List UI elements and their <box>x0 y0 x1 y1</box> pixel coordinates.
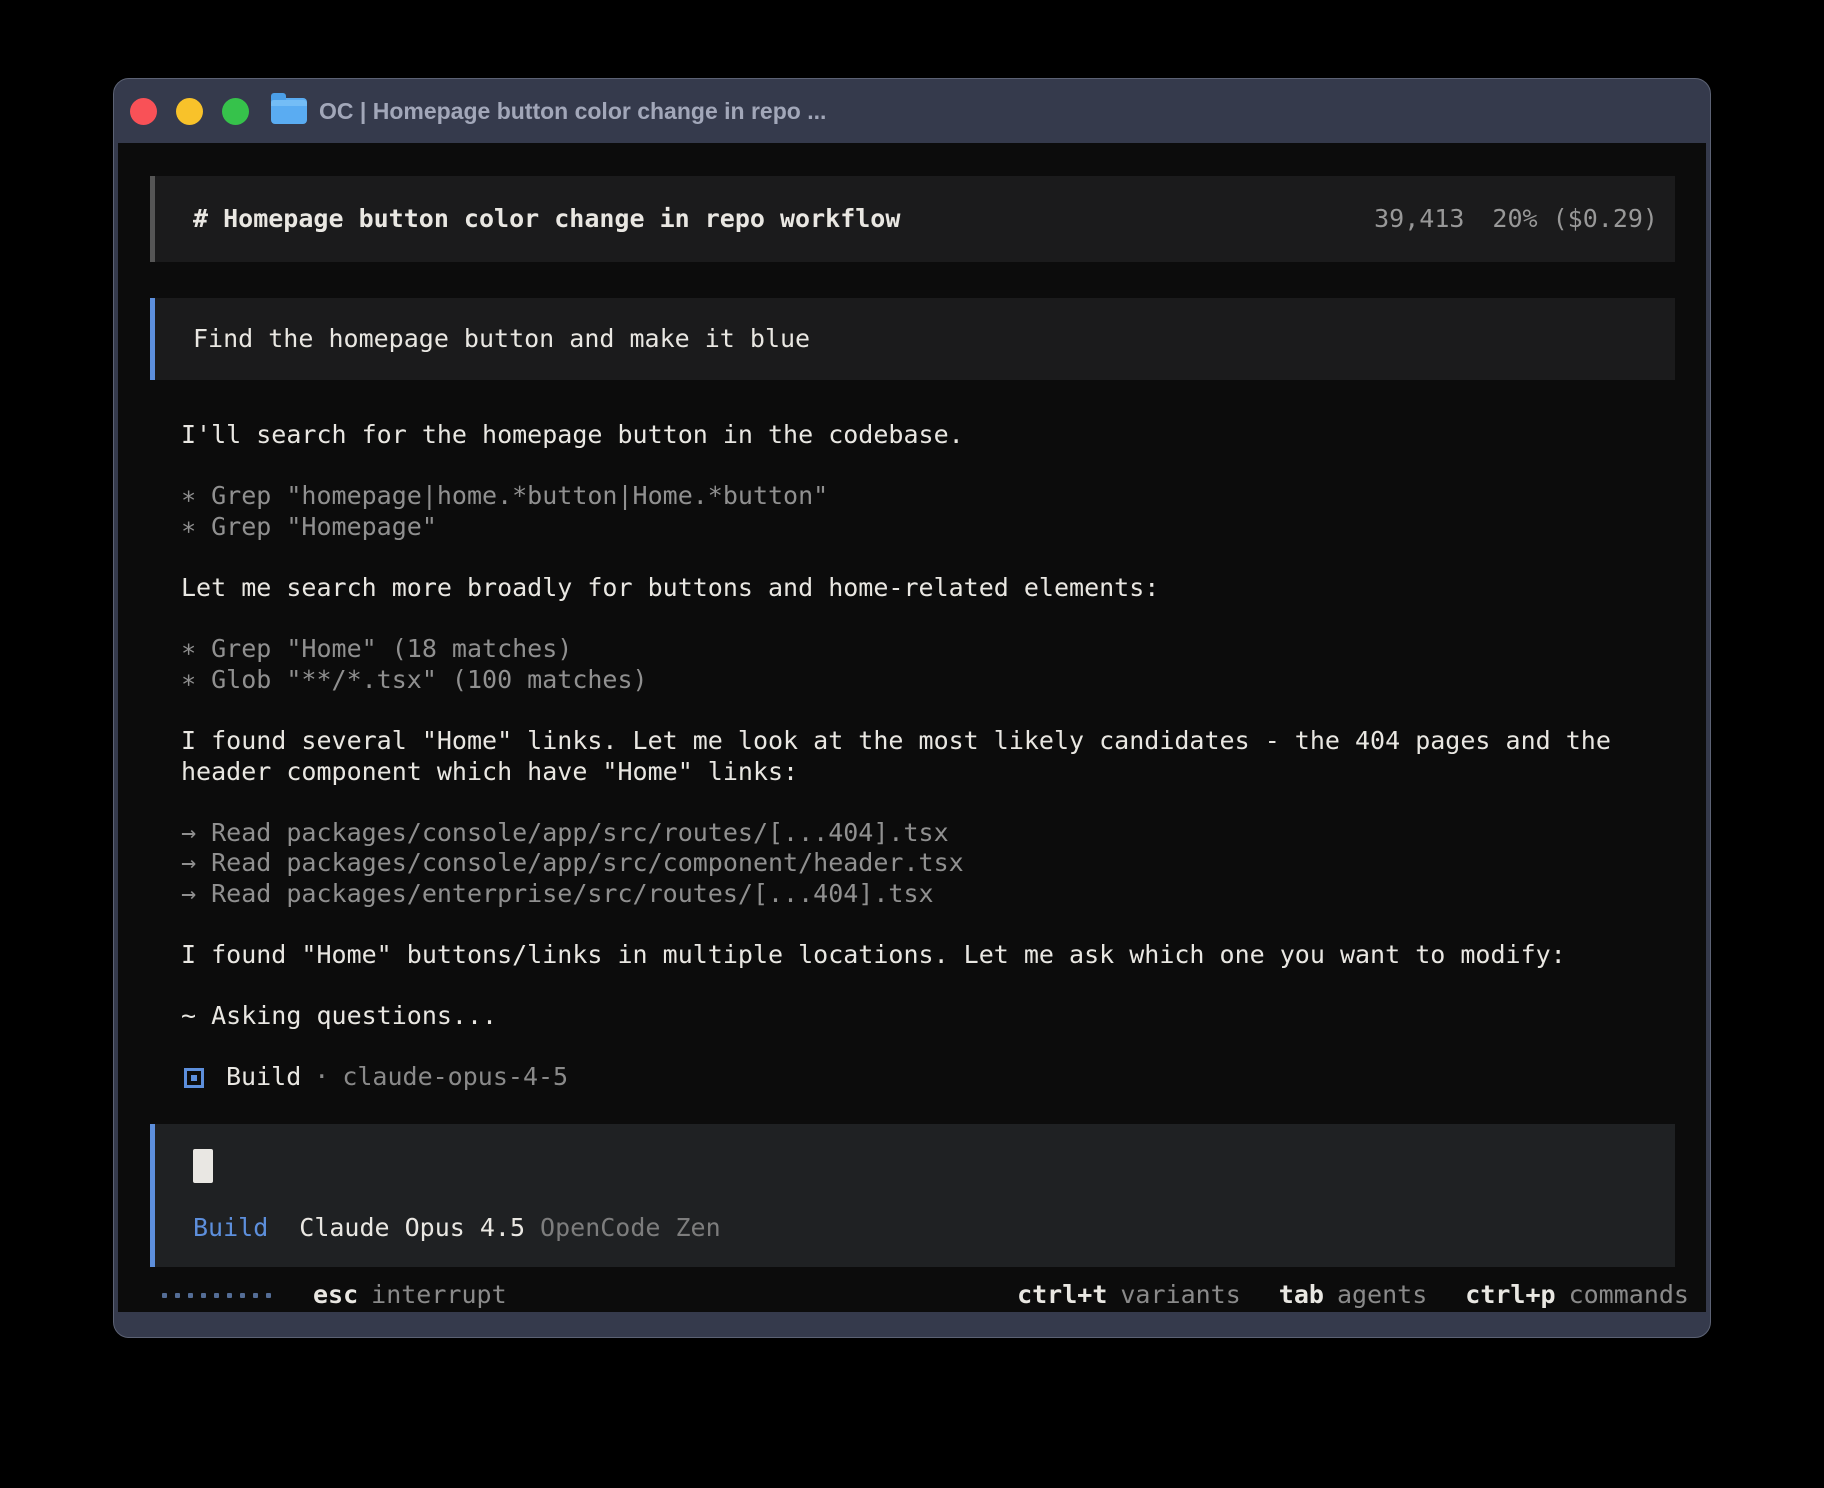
user-message: Find the homepage button and make it blu… <box>150 298 1675 380</box>
text-cursor <box>193 1149 213 1183</box>
agent-status-row: Build · claude-opus-4-5 <box>181 1062 1678 1093</box>
session-title: # Homepage button color change in repo w… <box>193 204 900 235</box>
close-button[interactable] <box>130 98 157 125</box>
input-provider-label: OpenCode Zen <box>540 1213 721 1244</box>
input-agent-label[interactable]: Build <box>193 1213 268 1244</box>
window-titlebar[interactable]: OC | Homepage button color change in rep… <box>114 79 1710 143</box>
zoom-button[interactable] <box>222 98 249 125</box>
terminal-content: # Homepage button color change in repo w… <box>118 143 1706 1312</box>
token-count: 39,413 <box>1374 204 1464 235</box>
status-bar: esc interrupt ctrl+t variants tab agents… <box>118 1281 1706 1311</box>
status-bar-right: ctrl+t variants tab agents ctrl+p comman… <box>1017 1280 1689 1311</box>
user-message-text: Find the homepage button and make it blu… <box>193 324 810 355</box>
tool-call-line: ∗ Grep "Home" (18 matches) <box>181 634 1678 665</box>
tool-call-line: ∗ Grep "homepage|home.*button|Home.*butt… <box>181 481 1678 512</box>
tool-call-line: → Read packages/console/app/src/routes/[… <box>181 818 1678 849</box>
assistant-text-line: I'll search for the homepage button in t… <box>181 420 1678 451</box>
agent-name: Build <box>226 1062 301 1093</box>
input-model-label[interactable]: Claude Opus 4.5 <box>299 1213 525 1244</box>
interrupt-label: interrupt <box>371 1280 506 1311</box>
window-title: OC | Homepage button color change in rep… <box>319 98 826 125</box>
input-meta: Build Claude Opus 4.5 OpenCode Zen <box>193 1213 1658 1244</box>
prompt-input[interactable]: Build Claude Opus 4.5 OpenCode Zen <box>150 1124 1675 1267</box>
context-cost: 20% ($0.29) <box>1492 204 1658 235</box>
spinner-dots <box>162 1293 271 1298</box>
assistant-working-line: ~ Asking questions... <box>181 1001 1678 1032</box>
folder-icon <box>271 98 307 124</box>
tool-call-line: → Read packages/enterprise/src/routes/[.… <box>181 879 1678 910</box>
tool-call-line: → Read packages/console/app/src/componen… <box>181 848 1678 879</box>
agent-separator: · <box>314 1062 329 1093</box>
assistant-text-line: I found "Home" buttons/links in multiple… <box>181 940 1678 971</box>
traffic-lights <box>130 98 249 125</box>
hint-variants: ctrl+t variants <box>1017 1280 1241 1311</box>
session-stats: 39,413 20% ($0.29) <box>1374 204 1658 235</box>
tool-call-line: ∗ Grep "Homepage" <box>181 512 1678 543</box>
status-bar-left: esc interrupt <box>162 1280 507 1311</box>
assistant-transcript: I'll search for the homepage button in t… <box>181 420 1678 1093</box>
terminal-window: OC | Homepage button color change in rep… <box>113 78 1711 1338</box>
assistant-text-line: I found several "Home" links. Let me loo… <box>181 726 1678 787</box>
assistant-text-line: Let me search more broadly for buttons a… <box>181 573 1678 604</box>
build-agent-icon <box>184 1068 204 1088</box>
interrupt-key: esc <box>313 1280 358 1311</box>
agent-model: claude-opus-4-5 <box>342 1062 568 1093</box>
hint-commands: ctrl+p commands <box>1465 1280 1689 1311</box>
hint-agents: tab agents <box>1279 1280 1427 1311</box>
minimize-button[interactable] <box>176 98 203 125</box>
tool-call-line: ∗ Glob "**/*.tsx" (100 matches) <box>181 665 1678 696</box>
session-header: # Homepage button color change in repo w… <box>150 176 1675 262</box>
